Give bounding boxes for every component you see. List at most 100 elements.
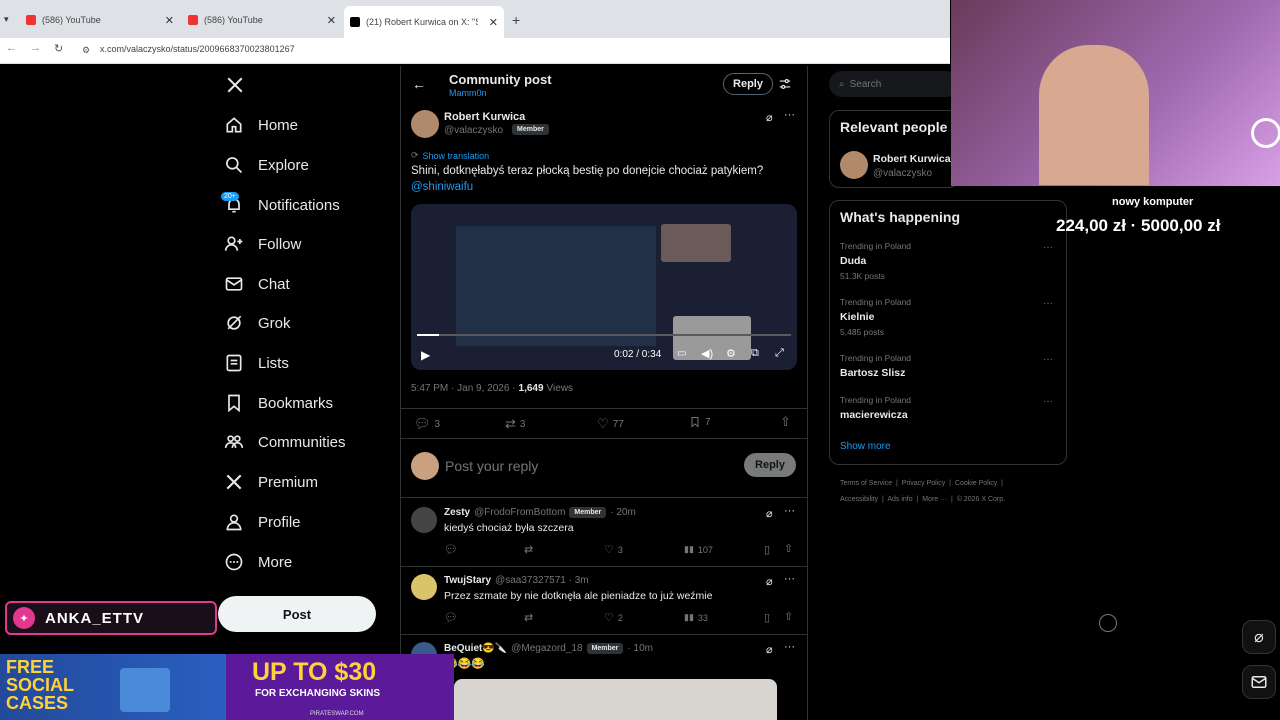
header-reply-button[interactable]: Reply [723, 73, 773, 95]
browser-tab-active[interactable]: (21) Robert Kurwica on X: "Shin ✕ [344, 6, 504, 38]
back-arrow-icon[interactable]: ← [412, 76, 426, 92]
like-action[interactable]: ♡ 3 [604, 543, 623, 556]
like-action[interactable]: ♡ 2 [604, 611, 623, 624]
nav-grok[interactable]: Grok [224, 308, 291, 338]
grok-icon[interactable]: ⌀ [766, 507, 773, 520]
url-field[interactable]: x.com/valaczysko/status/2009668370023801… [100, 44, 295, 54]
nav-communities[interactable]: Communities [224, 427, 346, 457]
post-mention-link[interactable]: @shiniwaifu [411, 181, 473, 193]
close-tab-icon[interactable]: ✕ [489, 16, 498, 29]
share-icon[interactable]: ⇧ [780, 414, 791, 430]
bookmark-icon[interactable]: ▯ [764, 543, 770, 556]
repost-icon[interactable]: ⇄ [524, 543, 533, 556]
grok-icon[interactable]: ⌀ [766, 111, 773, 124]
views-action[interactable]: ▮▮ 33 [684, 612, 708, 623]
grok-icon[interactable]: ⌀ [1242, 620, 1276, 654]
show-more-link[interactable]: Show more [840, 441, 891, 452]
volume-icon[interactable]: ◀) [701, 347, 713, 360]
nav-lists[interactable]: Lists [224, 348, 289, 378]
more-options-icon[interactable]: ··· [784, 641, 795, 653]
x-logo-icon[interactable] [226, 76, 244, 94]
nav-notifications[interactable]: Notifications [224, 190, 340, 220]
trend-more-icon[interactable]: ··· [1043, 242, 1053, 253]
reply-author-handle[interactable]: @Megazord_18 [511, 643, 582, 654]
browser-tab[interactable]: (586) YouTube ✕ [20, 8, 180, 32]
search-input[interactable]: ⌕ Search [829, 71, 959, 97]
bookmark-icon[interactable]: ▯ [764, 611, 770, 624]
nav-premium[interactable]: Premium [224, 467, 318, 497]
tab-list-chevron-icon[interactable]: ▾ [4, 14, 9, 25]
reload-icon[interactable]: ↻ [54, 42, 63, 55]
reply-icon[interactable]: 💬︎ [444, 611, 458, 624]
avatar[interactable] [411, 110, 439, 138]
footer-links[interactable]: Accessibility | Ads info | More ··· | © … [840, 496, 1005, 503]
pip-icon[interactable]: ⧉ [751, 347, 759, 360]
filter-icon[interactable] [778, 77, 792, 91]
more-options-icon[interactable]: ··· [784, 505, 795, 517]
more-options-icon[interactable]: ··· [784, 109, 795, 121]
post-button[interactable]: Post [218, 596, 376, 632]
footer-links[interactable]: Terms of Service | Privacy Policy | Cook… [840, 480, 1003, 487]
grok-icon[interactable]: ⌀ [766, 643, 773, 656]
captions-icon[interactable]: ▭ [677, 348, 686, 359]
reply-author-name[interactable]: TwujStary [444, 575, 491, 586]
nav-home[interactable]: Home [224, 110, 298, 140]
nav-profile[interactable]: Profile [224, 507, 301, 537]
share-icon[interactable]: ⇧ [784, 542, 793, 555]
new-tab-icon[interactable]: + [512, 12, 520, 28]
settings-icon[interactable]: ⚙ [726, 347, 736, 360]
trend-more-icon[interactable]: ··· [1043, 396, 1053, 407]
close-tab-icon[interactable]: ✕ [327, 14, 336, 27]
reply-action[interactable]: 💬︎ 3 [414, 416, 440, 432]
video-player[interactable]: ▶ 0:02 / 0:34 ▭ ◀) ⚙ ⧉ ⤢ [411, 204, 797, 370]
reply-author-handle[interactable]: @saa37327571 · 3m [495, 575, 589, 586]
divider [400, 408, 808, 409]
messages-button[interactable] [1242, 665, 1276, 699]
fullscreen-icon[interactable]: ⤢ [775, 347, 784, 360]
nav-more[interactable]: More [224, 547, 292, 577]
reply-author-name[interactable]: BeQuiet😎🔪 [444, 643, 507, 654]
show-translation-link[interactable]: ⟳ Show translation [411, 150, 489, 161]
share-icon[interactable]: ⇧ [784, 610, 793, 623]
site-info-icon[interactable]: ⚙ [82, 45, 90, 56]
reply-submit-button[interactable]: Reply [744, 453, 796, 477]
nav-explore[interactable]: Explore [224, 150, 309, 180]
repost-action[interactable]: ⇄ 3 [505, 416, 525, 432]
trend-item[interactable]: Trending in Poland Kielnie 5,485 posts [840, 297, 1060, 341]
reply-media-image[interactable] [454, 679, 777, 720]
divider [400, 438, 808, 439]
repost-icon[interactable]: ⇄ [524, 611, 533, 624]
nav-bookmarks[interactable]: Bookmarks [224, 388, 333, 418]
avatar[interactable] [840, 151, 868, 179]
post-author-handle[interactable]: @valaczysko [444, 125, 503, 136]
like-action[interactable]: ♡ 77 [597, 416, 624, 432]
grok-icon[interactable]: ⌀ [766, 575, 773, 588]
relevant-person-name[interactable]: Robert Kurwica [873, 153, 951, 165]
trend-item[interactable]: Trending in Poland Duda 51.3K posts [840, 241, 1060, 285]
avatar[interactable] [411, 507, 437, 533]
post-timestamp[interactable]: 5:47 PM · Jan 9, 2026 · [411, 383, 516, 394]
nav-follow[interactable]: Follow [224, 229, 301, 259]
nav-chat[interactable]: Chat [224, 269, 290, 299]
avatar[interactable] [411, 574, 437, 600]
browser-tab[interactable]: (586) YouTube ✕ [182, 8, 342, 32]
reply-input[interactable]: Post your reply [445, 458, 538, 474]
views-action[interactable]: ▮▮ 107 [684, 544, 713, 555]
community-name[interactable]: Mamm0n [449, 88, 487, 98]
more-options-icon[interactable]: ··· [784, 573, 795, 585]
trend-item[interactable]: Trending in Poland Bartosz Slisz [840, 353, 1060, 383]
back-icon[interactable]: ← [6, 42, 17, 54]
reply-author-name[interactable]: Zesty [444, 507, 470, 518]
post-author-name[interactable]: Robert Kurwica [444, 111, 525, 123]
relevant-person-handle[interactable]: @valaczysko [873, 168, 932, 179]
reply-icon[interactable]: 💬︎ [444, 543, 458, 556]
play-icon[interactable]: ▶ [421, 348, 430, 362]
trend-more-icon[interactable]: ··· [1043, 354, 1053, 365]
forward-icon[interactable]: → [30, 42, 41, 54]
trend-item[interactable]: Trending in Poland macierewicza [840, 395, 1060, 425]
video-progress-track[interactable] [417, 334, 791, 336]
close-tab-icon[interactable]: ✕ [165, 14, 174, 27]
trend-more-icon[interactable]: ··· [1043, 298, 1053, 309]
reply-author-handle[interactable]: @FrodoFromBottom [474, 507, 565, 518]
bookmark-action[interactable]: 7 [689, 416, 711, 428]
